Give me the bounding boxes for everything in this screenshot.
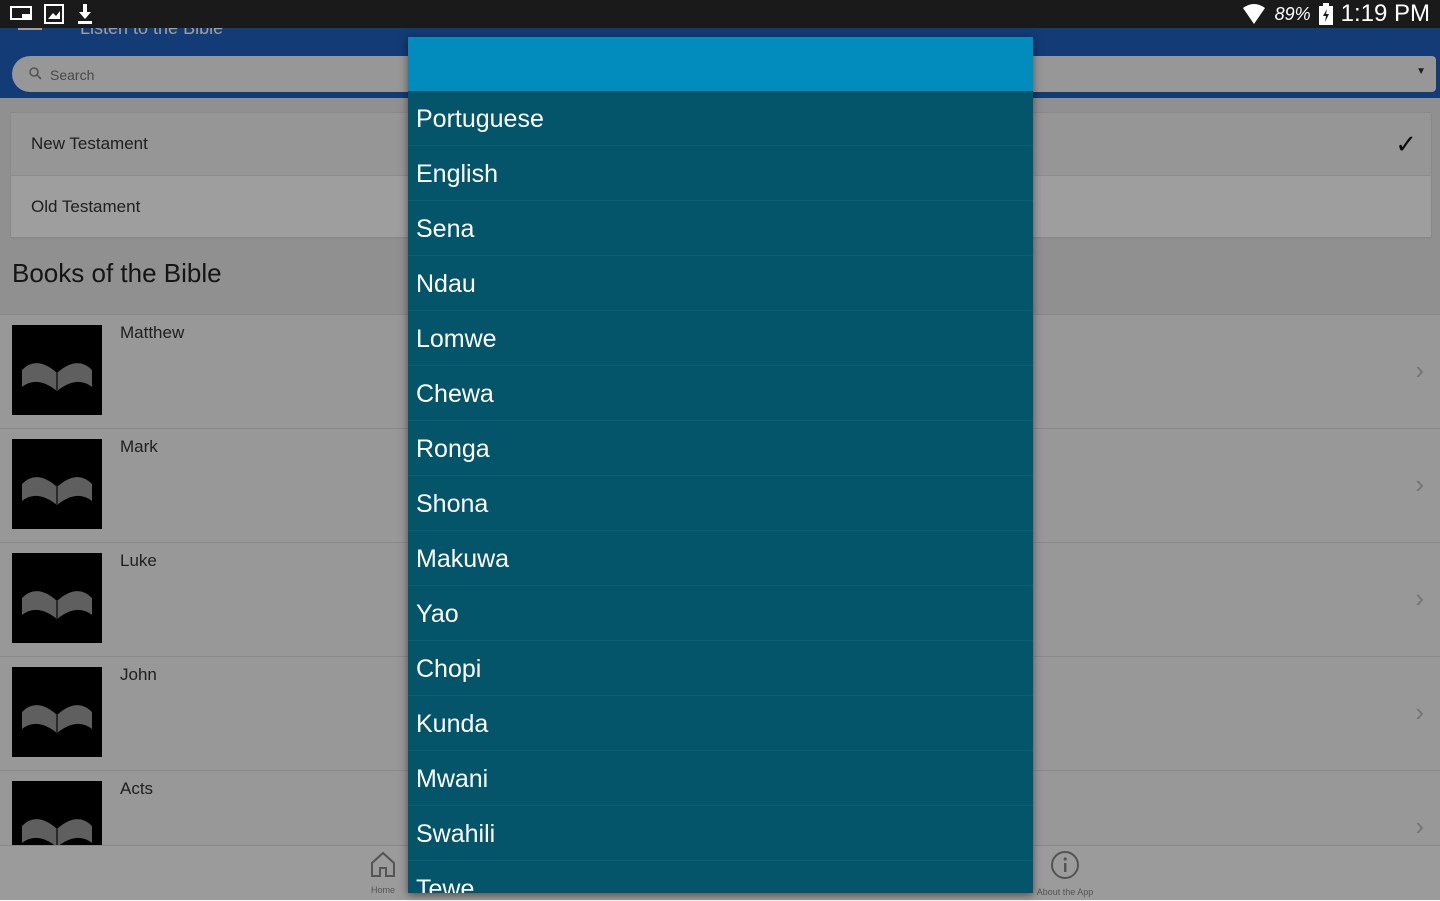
dropdown-list: Portuguese English Sena Ndau Lomwe Chewa Ronga… bbox=[408, 91, 1033, 893]
dropdown-option[interactable]: Portuguese bbox=[408, 91, 1033, 146]
dropdown-option[interactable]: Kunda bbox=[408, 696, 1033, 751]
language-dropdown: Portuguese English Sena Ndau Lomwe Chewa Ronga… bbox=[408, 37, 1033, 893]
dropdown-option[interactable]: Ndau bbox=[408, 256, 1033, 311]
dropdown-header bbox=[408, 37, 1033, 91]
dropdown-option[interactable]: Chewa bbox=[408, 366, 1033, 421]
dropdown-option[interactable]: Chopi bbox=[408, 641, 1033, 696]
status-left-icons bbox=[10, 3, 94, 25]
image-icon bbox=[44, 4, 64, 24]
dropdown-option[interactable]: English bbox=[408, 146, 1033, 201]
dropdown-option[interactable]: Sena bbox=[408, 201, 1033, 256]
dropdown-option[interactable]: Mwani bbox=[408, 751, 1033, 806]
dropdown-option[interactable]: Swahili bbox=[408, 806, 1033, 861]
dropdown-option[interactable]: Makuwa bbox=[408, 531, 1033, 586]
dropdown-option[interactable]: Ronga bbox=[408, 421, 1033, 476]
download-icon bbox=[78, 4, 92, 24]
cast-icon bbox=[10, 6, 32, 20]
dropdown-option[interactable]: Shona bbox=[408, 476, 1033, 531]
clock: 1:19 PM bbox=[1340, 0, 1430, 27]
dropdown-option[interactable]: Lomwe bbox=[408, 311, 1033, 366]
status-right: 89% 1:19 PM bbox=[1241, 0, 1430, 28]
battery-charging-icon bbox=[1318, 3, 1333, 25]
dropdown-option[interactable]: Yao bbox=[408, 586, 1033, 641]
status-bar: 89% 1:19 PM bbox=[0, 0, 1440, 28]
dropdown-option[interactable]: Tewe bbox=[408, 861, 1033, 893]
wifi-icon bbox=[1242, 4, 1265, 24]
battery-percent: 89% bbox=[1274, 3, 1311, 24]
